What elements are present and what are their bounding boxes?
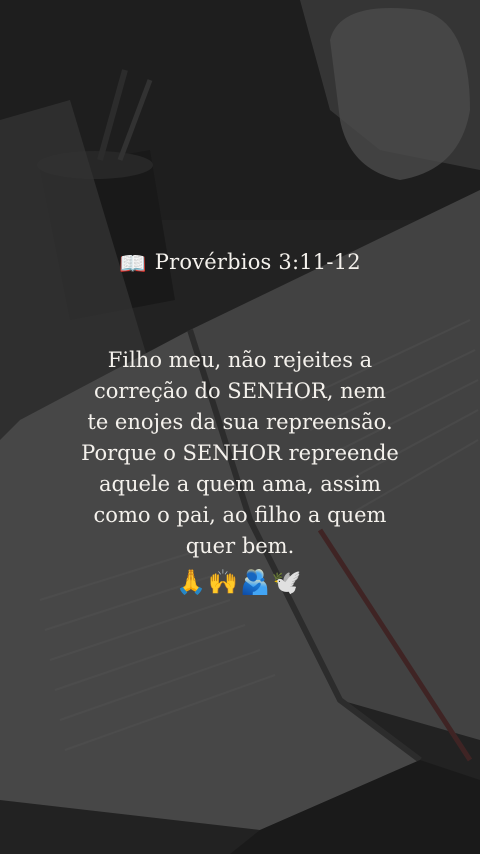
emoji-row: 🙏🙌🫂🕊️ [176,568,304,596]
reference-label: Provérbios 3:11-12 [154,250,361,274]
story-screen: 📖 Provérbios 3:11-12 Filho meu, não rejei… [0,0,480,854]
open-book-icon: 📖 [119,252,147,277]
verse-reference: 📖 Provérbios 3:11-12 [0,250,480,277]
verse-text: Filho meu, não rejeites a correção do SE… [81,348,399,558]
story-text-overlay: 📖 Provérbios 3:11-12 Filho meu, não rejei… [0,0,480,854]
